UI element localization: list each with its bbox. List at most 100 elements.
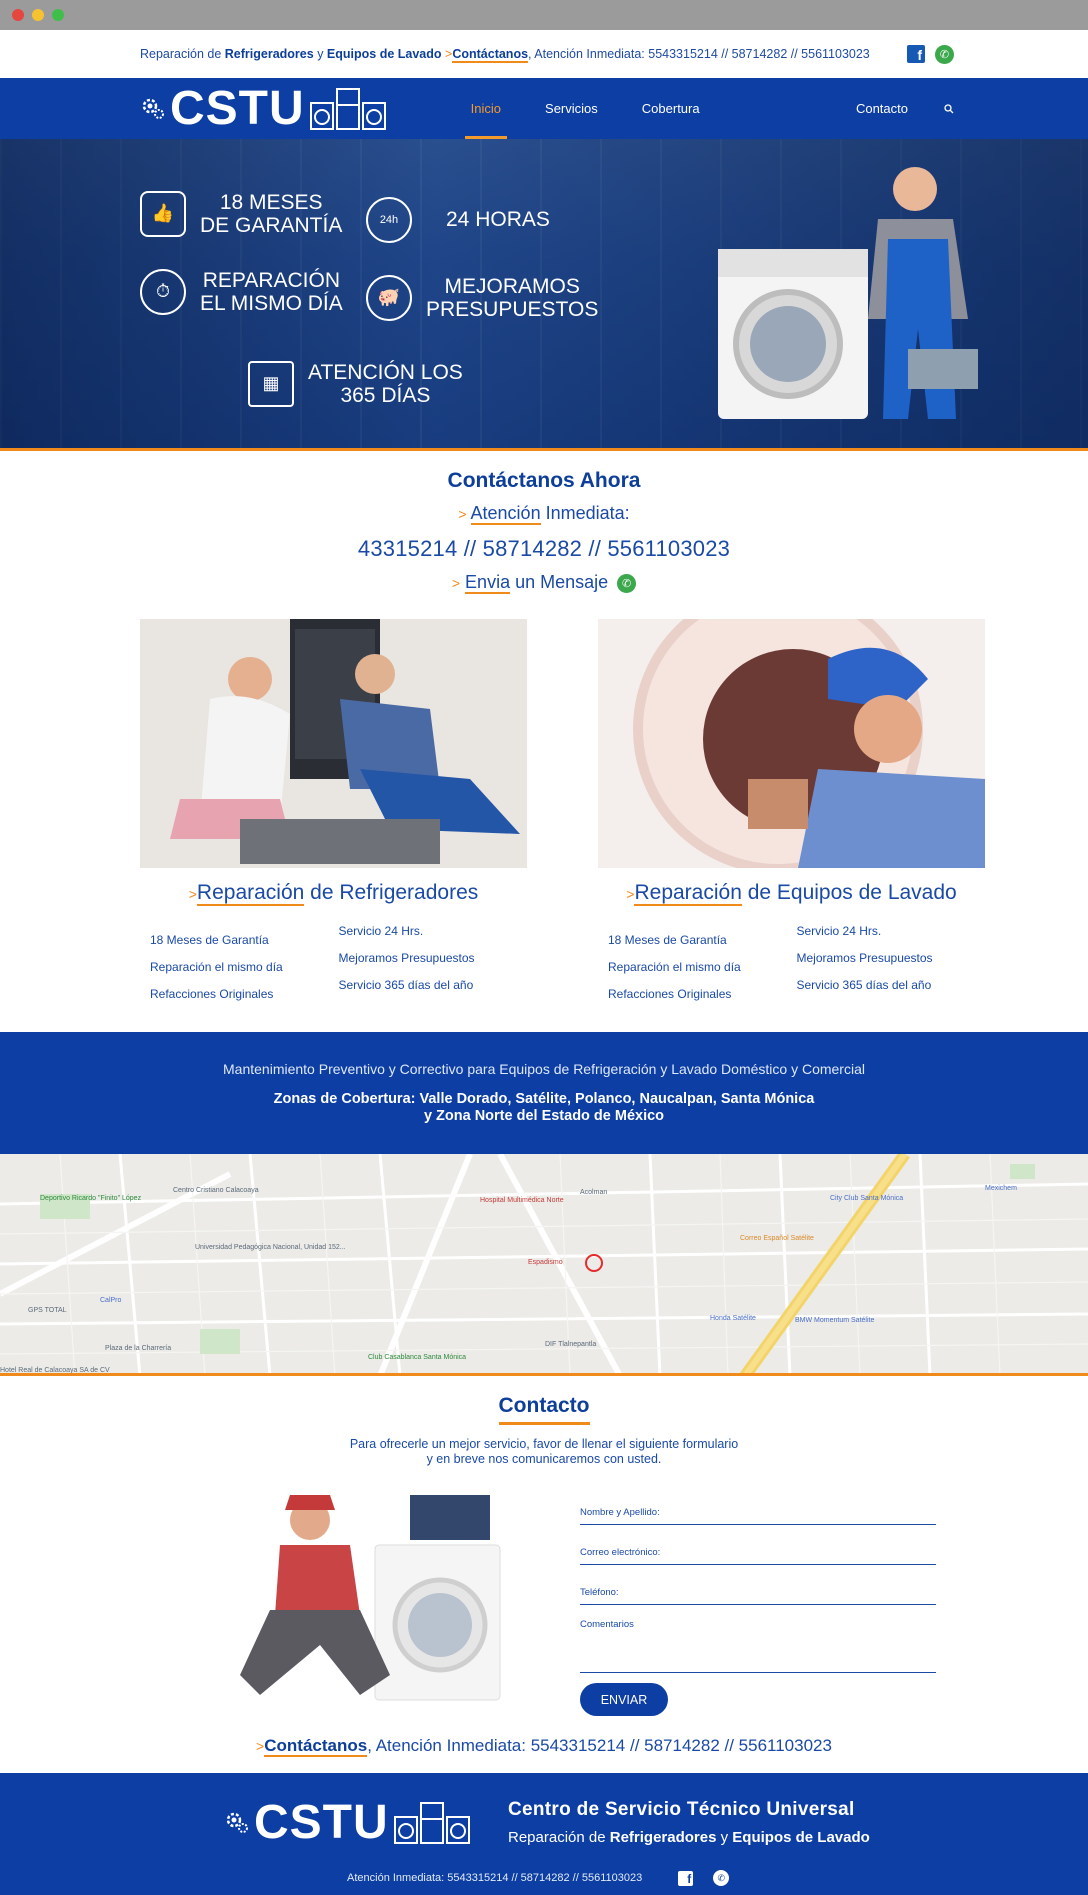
calendar-icon: ▦ [248, 361, 294, 408]
clock-icon: 24h [366, 197, 412, 243]
service-title-lavado[interactable]: >Reparación de Equipos de Lavado [598, 881, 985, 906]
contact-form-wrap: Nombre y Apellido: Correo electrónico: T… [0, 1467, 1088, 1716]
whatsapp-icon[interactable]: ✆ [935, 44, 954, 64]
close-window-icon[interactable] [12, 9, 24, 21]
send-arrow: > [451, 575, 461, 591]
logo[interactable]: CSTU [140, 84, 389, 133]
search-icon[interactable] [944, 103, 954, 114]
footer-sub-mid: y [716, 1829, 733, 1846]
hero-feature-same-day: ⏱ REPARACIÓN EL MISMO DÍA [140, 269, 343, 316]
list-item: Reparación el mismo día [150, 960, 283, 974]
contact-form: Nombre y Apellido: Correo electrónico: T… [580, 1485, 936, 1716]
coverage-description: Mantenimiento Preventivo y Correctivo pa… [223, 1061, 865, 1077]
service-list-lavado: 18 Meses de Garantía Reparación el mismo… [598, 923, 985, 1008]
attention-line: > Atención Inmediata: [0, 503, 1088, 525]
footer-logo[interactable]: CSTU [224, 1799, 473, 1847]
phone-field[interactable]: Teléfono: [580, 1565, 936, 1605]
whatsapp-icon[interactable]: ✆ [617, 573, 637, 593]
whatsapp-icon[interactable]: ✆ [713, 1870, 730, 1886]
service-list-refrigeradores: 18 Meses de Garantía Reparación el mismo… [140, 923, 527, 1008]
map-label: Deportivo Ricardo "Finito" López [40, 1195, 142, 1202]
bottom-contact-link[interactable]: Contáctanos [264, 1736, 368, 1757]
contact-section: Contacto Para ofrecerle un mejor servici… [0, 1376, 1088, 1467]
list-item: Reparación el mismo día [608, 960, 741, 974]
hero-banner: 👍 18 MESES DE GARANTÍA 24h 24 HORAS ⏱ RE… [0, 139, 1088, 451]
coverage-zones-line1: Zonas de Cobertura: Valle Dorado, Satéli… [273, 1091, 815, 1107]
list-item: Servicio 365 días del año [796, 978, 932, 992]
stopwatch-icon: ⏱ [140, 269, 186, 316]
appliances-icon [393, 1802, 470, 1844]
footer-title: Centro de Servicio Técnico Universal [508, 1799, 855, 1820]
map-label: BMW Momentum Satélite [795, 1317, 874, 1324]
nav-menu: Inicio Servicios Cobertura [449, 78, 722, 139]
contact-desc-line1: Para ofrecerle un mejor servicio, favor … [349, 1437, 739, 1451]
hero-24h-text: 24 HORAS [446, 208, 550, 232]
send-rest[interactable]: un Mensaje [510, 572, 608, 592]
hero-365-text: ATENCIÓN LOS 365 DÍAS [308, 361, 463, 408]
footer: CSTU Centro de Servicio Técnico Universa… [0, 1773, 1088, 1895]
coverage-map[interactable]: Centro Cristiano Calacoaya Deportivo Ric… [0, 1154, 1088, 1376]
footer-social: f ✆ [678, 1870, 730, 1886]
hero-feature-365: ▦ ATENCIÓN LOS 365 DÍAS [248, 361, 463, 408]
nav-item-cobertura[interactable]: Cobertura [620, 78, 722, 139]
footer-attention: Atención Inmediata: 5543315214 // 587142… [347, 1872, 643, 1884]
coverage-band: Mantenimiento Preventivo y Correctivo pa… [0, 1032, 1088, 1154]
map-label: Centro Cristiano Calacoaya [173, 1187, 259, 1194]
top-contact-link[interactable]: Contáctanos [452, 47, 529, 63]
send-word[interactable]: Envia [465, 572, 511, 594]
submit-button[interactable]: ENVIAR [580, 1683, 668, 1716]
top-attention-text: , Atención Inmediata: 5543315214 // 5871… [528, 47, 870, 61]
service-arrow: > [188, 886, 197, 902]
list-item: Servicio 365 días del año [338, 978, 474, 992]
gear-icon [142, 98, 164, 119]
map-label: Hotel Real de Calacoaya SA de CV [0, 1367, 110, 1374]
contact-desc-line2: y en breve nos comunicaremos con usted. [426, 1452, 662, 1466]
refrigerator-repair-image [140, 619, 527, 868]
top-info-text: Reparación de Refrigeradores y Equipos d… [140, 47, 870, 63]
map-label: Club Casablanca Santa Mónica [368, 1354, 466, 1361]
map-label: DIF Tlalnepantla [545, 1341, 596, 1348]
facebook-icon[interactable]: f [907, 45, 925, 63]
nav-item-inicio[interactable]: Inicio [449, 78, 523, 139]
nav-item-contacto[interactable]: Contacto [856, 101, 908, 116]
service-card-refrigeradores: >Reparación de Refrigeradores 18 Meses d… [140, 619, 527, 1008]
contact-now-title: Contáctanos Ahora [447, 469, 641, 492]
washer-repair-image [598, 584, 985, 874]
services-section: >Reparación de Refrigeradores 18 Meses d… [0, 584, 1088, 1008]
thumbs-up-icon: 👍 [140, 191, 186, 238]
piggy-bank-icon: 🐖 [366, 275, 412, 322]
gear-icon [226, 1812, 248, 1833]
footer-sub-lavado: Equipos de Lavado [732, 1829, 870, 1846]
page: Reparación de Refrigeradores y Equipos d… [0, 30, 1088, 1895]
phone-numbers[interactable]: 43315214 // 58714282 // 5561103023 [0, 536, 1088, 562]
hero-feature-guarantee: 👍 18 MESES DE GARANTÍA [140, 191, 342, 238]
email-label: Correo electrónico: [580, 1547, 661, 1558]
list-item: Servicio 24 Hrs. [338, 924, 424, 938]
list-item: Mejoramos Presupuestos [796, 951, 933, 965]
nav-right: Contacto [856, 101, 954, 116]
map-label: Espadismo [528, 1259, 563, 1266]
map-canvas: Centro Cristiano Calacoaya Deportivo Ric… [0, 1154, 1088, 1374]
comments-field[interactable]: Comentarios [580, 1605, 936, 1673]
top-text-mid: y [313, 47, 327, 61]
footer-text: Centro de Servicio Técnico Universal Rep… [508, 1799, 870, 1846]
facebook-icon[interactable]: f [678, 1870, 694, 1886]
top-text-lavado: Equipos de Lavado [326, 47, 442, 61]
maximize-window-icon[interactable] [52, 9, 64, 21]
name-field[interactable]: Nombre y Apellido: [580, 1485, 936, 1525]
service-title-refrigeradores[interactable]: >Reparación de Refrigeradores [140, 881, 527, 906]
email-field[interactable]: Correo electrónico: [580, 1525, 936, 1565]
coverage-zones-line2: y Zona Norte del Estado de México [423, 1108, 665, 1124]
footer-subtitle: Reparación de Refrigeradores y Equipos d… [508, 1829, 870, 1846]
list-item: Mejoramos Presupuestos [338, 951, 475, 965]
technician-washer-image [718, 167, 978, 419]
list-item: Servicio 24 Hrs. [796, 924, 882, 938]
hero-feature-budget: 🐖 MEJORAMOS PRESUPUESTOS [366, 275, 598, 322]
map-label: Correo Español Satélite [740, 1235, 814, 1242]
minimize-window-icon[interactable] [32, 9, 44, 21]
nav-item-servicios[interactable]: Servicios [523, 78, 620, 139]
send-message-line[interactable]: > Envia un Mensaje ✆ [0, 572, 1088, 594]
footer-bottom: Atención Inmediata: 5543315214 // 587142… [347, 1870, 730, 1886]
phone-label: Teléfono: [580, 1587, 619, 1598]
top-text-pre: Reparación de [140, 47, 225, 61]
